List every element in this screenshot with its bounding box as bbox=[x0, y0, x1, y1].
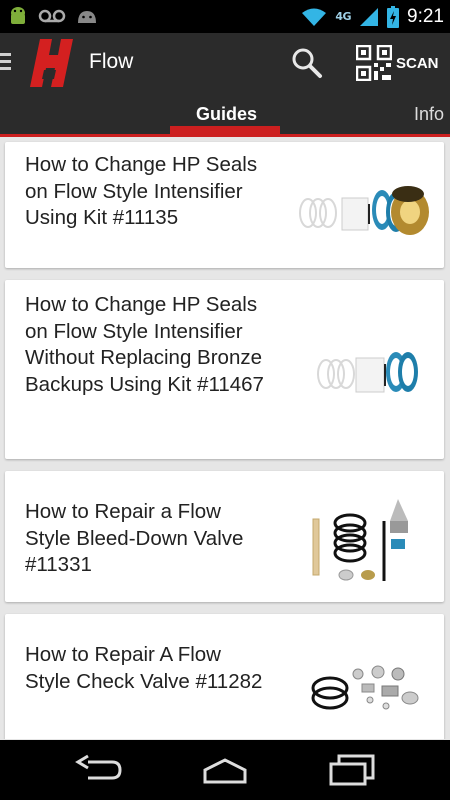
guide-card[interactable]: How to Repair A Flow Style Check Valve #… bbox=[5, 614, 444, 739]
valve-kit-thumbnail bbox=[311, 665, 419, 710]
page-title: Flow bbox=[89, 50, 134, 73]
android-icon bbox=[78, 11, 96, 23]
navigation-bar bbox=[0, 740, 450, 800]
qr-code-icon bbox=[356, 45, 392, 81]
search-icon[interactable] bbox=[289, 45, 325, 81]
battery-icon bbox=[387, 5, 400, 28]
tab-bar: Guides Info bbox=[0, 92, 450, 137]
recent-apps-icon[interactable] bbox=[327, 754, 377, 786]
android-icon bbox=[11, 7, 25, 24]
guide-card[interactable]: How to Change HP Seals on Flow Style Int… bbox=[5, 142, 444, 268]
voicemail-icon bbox=[38, 9, 66, 23]
signal-icon bbox=[360, 7, 379, 26]
selected-tab-indicator bbox=[170, 126, 280, 134]
valve-kit-thumbnail bbox=[312, 499, 408, 581]
guide-card[interactable]: How to Repair a Flow Style Bleed-Down Va… bbox=[5, 471, 444, 602]
guide-title: How to Change HP Seals on Flow Style Int… bbox=[25, 293, 264, 396]
guide-list[interactable]: How to Change HP Seals on Flow Style Int… bbox=[0, 137, 450, 739]
seal-kit-thumbnail bbox=[317, 352, 418, 393]
tab-guides[interactable]: Guides bbox=[196, 104, 257, 125]
guide-card[interactable]: How to Change HP Seals on Flow Style Int… bbox=[5, 280, 444, 459]
status-bar: 4G 9:21 bbox=[0, 0, 450, 33]
scan-button[interactable]: SCAN bbox=[356, 43, 439, 83]
back-icon[interactable] bbox=[74, 754, 124, 786]
app-logo[interactable] bbox=[30, 37, 74, 89]
guide-title: How to Change HP Seals on Flow Style Int… bbox=[25, 153, 258, 229]
home-icon[interactable] bbox=[200, 754, 250, 786]
seal-kit-thumbnail bbox=[299, 186, 429, 235]
guide-title: How to Repair a Flow Style Bleed-Down Va… bbox=[25, 500, 244, 576]
wifi-icon bbox=[302, 8, 327, 26]
clock: 9:21 bbox=[407, 5, 444, 27]
tab-info[interactable]: Info bbox=[414, 104, 444, 125]
action-bar: Flow SCAN bbox=[0, 33, 450, 92]
scan-label: SCAN bbox=[396, 54, 439, 72]
drawer-toggle-icon[interactable] bbox=[0, 53, 11, 74]
guide-title: How to Repair A Flow Style Check Valve #… bbox=[25, 643, 263, 693]
network-type-label: 4G bbox=[335, 10, 352, 23]
